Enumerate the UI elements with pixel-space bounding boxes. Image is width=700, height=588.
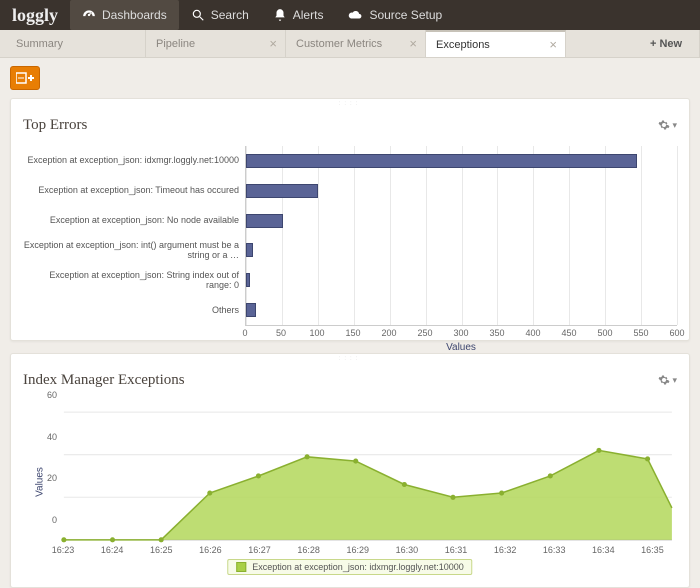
bar-category-label: Exception at exception_json: String inde… [23, 266, 245, 296]
x-tick: 550 [633, 328, 648, 338]
area-chart-legend[interactable]: Exception at exception_json: idxmgr.logg… [227, 559, 472, 575]
x-tick: 100 [309, 328, 324, 338]
panel-title: Index Manager Exceptions [23, 372, 185, 389]
x-tick: 350 [489, 328, 504, 338]
add-widget-button[interactable] [10, 66, 40, 90]
x-tick: 250 [417, 328, 432, 338]
bell-icon [273, 8, 287, 22]
bar-category-label: Exception at exception_json: No node ava… [23, 206, 245, 236]
x-tick: 16:25 [150, 545, 173, 555]
bar-rect[interactable] [246, 154, 637, 168]
panel-settings-button[interactable]: ▾ [658, 118, 677, 134]
tab-customer-metrics[interactable]: Customer Metrics × [286, 30, 426, 57]
caret-down-icon: ▾ [672, 120, 677, 131]
nav-search[interactable]: Search [179, 0, 261, 30]
bar-category-label: Others [23, 296, 245, 326]
panel-top-errors: :::: Top Errors ▾ Exception at exception… [10, 98, 690, 341]
tab-new[interactable]: + New [640, 30, 700, 57]
x-tick: 150 [345, 328, 360, 338]
nav-label: Alerts [293, 8, 324, 22]
bar-category-label: Exception at exception_json: Timeout has… [23, 176, 245, 206]
dashboard-tabs: SummaryPipeline×Customer Metrics×Excepti… [0, 30, 700, 58]
x-tick: 16:30 [396, 545, 419, 555]
tab-summary[interactable]: Summary [6, 30, 146, 57]
x-tick: 200 [381, 328, 396, 338]
x-tick: 16:23 [52, 545, 75, 555]
nav-label: Dashboards [102, 8, 167, 22]
gear-icon [658, 373, 670, 389]
tab-label: Summary [16, 38, 63, 50]
bar-chart: Exception at exception_json: idxmgr.logg… [23, 146, 677, 326]
dashboard-toolbar [0, 58, 700, 98]
x-tick: 16:26 [199, 545, 222, 555]
x-tick: 16:28 [297, 545, 320, 555]
search-icon [191, 8, 205, 22]
panel-settings-button[interactable]: ▾ [658, 373, 677, 389]
bar-rect[interactable] [246, 303, 256, 317]
drag-handle[interactable]: :::: [11, 354, 689, 364]
nav-dashboards[interactable]: Dashboards [70, 0, 179, 30]
x-tick: 0 [242, 328, 247, 338]
legend-label: Exception at exception_json: idxmgr.logg… [252, 562, 463, 572]
bar-category-label: Exception at exception_json: idxmgr.logg… [23, 146, 245, 176]
close-icon[interactable]: × [549, 37, 557, 52]
x-tick: 400 [525, 328, 540, 338]
top-nav: loggly Dashboards Search Alerts Source Setu… [0, 0, 700, 30]
tab-exceptions[interactable]: Exceptions × [426, 30, 566, 57]
close-icon[interactable]: × [409, 36, 417, 51]
x-tick: 50 [276, 328, 286, 338]
x-tick: 16:33 [543, 545, 566, 555]
bar-rect[interactable] [246, 184, 318, 198]
nav-label: Search [211, 8, 249, 22]
area-chart: Values 0204060 16:2316:2416:2516:2616:27… [23, 407, 677, 557]
nav-alerts[interactable]: Alerts [261, 0, 336, 30]
brand-logo: loggly [0, 0, 70, 30]
x-tick: 16:32 [494, 545, 517, 555]
panel-title: Top Errors [23, 117, 87, 134]
gear-icon [658, 118, 670, 134]
caret-down-icon: ▾ [672, 375, 677, 386]
x-tick: 450 [561, 328, 576, 338]
bar-rect[interactable] [246, 214, 283, 228]
nav-label: Source Setup [369, 8, 442, 22]
x-tick: 500 [597, 328, 612, 338]
tab-label: Exceptions [436, 39, 490, 51]
x-tick: 16:34 [592, 545, 615, 555]
cloud-icon [347, 8, 363, 22]
tab-label: Customer Metrics [296, 38, 382, 50]
x-tick: 16:27 [248, 545, 271, 555]
x-tick: 16:35 [641, 545, 664, 555]
tab-label: Pipeline [156, 38, 195, 50]
legend-swatch [236, 562, 246, 572]
bar-chart-xlabel: Values [245, 342, 677, 353]
tab-pipeline[interactable]: Pipeline × [146, 30, 286, 57]
drag-handle[interactable]: :::: [11, 99, 689, 109]
x-tick: 300 [453, 328, 468, 338]
gauge-icon [82, 8, 96, 22]
x-tick: 16:29 [346, 545, 369, 555]
y-tick: 60 [47, 390, 57, 400]
panel-index-manager-exceptions: :::: Index Manager Exceptions ▾ Values 0… [10, 353, 690, 588]
x-tick: 600 [669, 328, 684, 338]
bar-rect[interactable] [246, 273, 250, 287]
x-tick: 16:24 [101, 545, 124, 555]
nav-source-setup[interactable]: Source Setup [335, 0, 454, 30]
bar-category-label: Exception at exception_json: int() argum… [23, 236, 245, 266]
close-icon[interactable]: × [269, 36, 277, 51]
bar-rect[interactable] [246, 243, 253, 257]
x-tick: 16:31 [445, 545, 468, 555]
